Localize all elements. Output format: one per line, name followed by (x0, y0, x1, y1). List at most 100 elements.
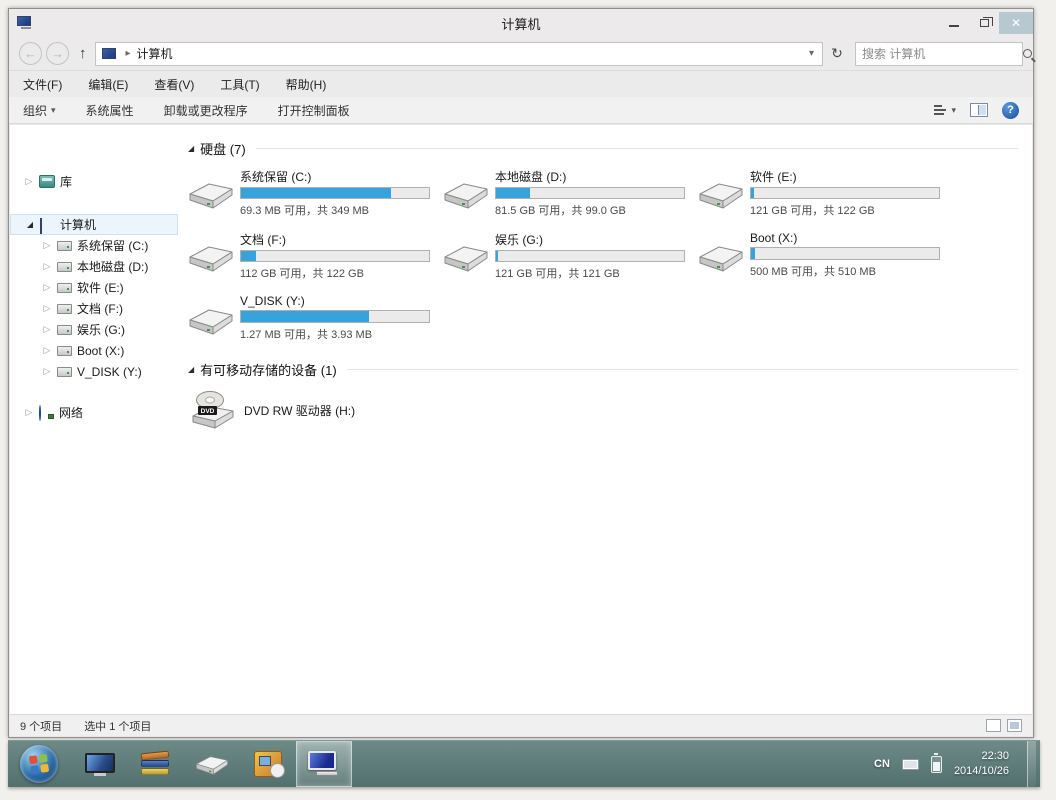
drive-usage-bar (750, 187, 940, 199)
drive-usage-bar (495, 250, 685, 262)
address-computer-icon (102, 48, 116, 59)
group-divider (256, 148, 1018, 149)
drive-icon (57, 241, 72, 251)
address-bar[interactable]: ▸ 计算机 ▾ (95, 42, 824, 66)
back-button[interactable]: ← (19, 42, 42, 65)
dvd-drive-icon (190, 389, 236, 431)
taskbar-app-disk-tool[interactable] (184, 741, 240, 787)
expander-icon[interactable]: ▷ (42, 366, 52, 377)
drive-item-y[interactable]: V_DISK (Y:) 1.27 MB 可用，共 3.93 MB (188, 294, 443, 344)
windows-flag-icon (29, 754, 49, 774)
forward-button[interactable]: → (46, 42, 69, 65)
expander-icon[interactable]: ▷ (42, 282, 52, 293)
organize-button[interactable]: 组织 ▾ (23, 102, 56, 119)
drive-usage-fill (241, 251, 256, 261)
drive-item-x[interactable]: Boot (X:) 500 MB 可用，共 510 MB (698, 231, 953, 281)
drive-icon (57, 304, 72, 314)
group-header-removable[interactable]: ◢ 有可移动存储的设备 (1) (188, 360, 1018, 379)
preview-pane-button[interactable] (970, 103, 988, 117)
expander-icon[interactable]: ▷ (24, 407, 34, 418)
system-properties-label: 系统属性 (86, 102, 134, 119)
taskbar-app-photos[interactable] (240, 741, 296, 787)
sidebar-item-libraries[interactable]: ▷ 库 (10, 171, 180, 192)
breadcrumb-location[interactable]: 计算机 (137, 45, 173, 62)
drive-name: Boot (X:) (750, 231, 940, 245)
language-indicator[interactable]: CN (874, 758, 890, 770)
expander-icon[interactable]: ◢ (25, 220, 35, 229)
menu-edit[interactable]: 编辑(E) (88, 76, 128, 93)
up-button[interactable]: ↑ (79, 45, 87, 62)
hard-drive-icon (443, 241, 489, 273)
refresh-button[interactable]: ↻ (825, 42, 849, 66)
show-desktop-button[interactable] (1027, 741, 1036, 787)
dvd-drive-name: DVD RW 驱动器 (H:) (244, 402, 355, 419)
expander-icon[interactable]: ▷ (24, 176, 34, 187)
drive-item-d[interactable]: 本地磁盘 (D:) 81.5 GB 可用，共 99.0 GB (443, 168, 698, 218)
expander-icon[interactable]: ▷ (42, 324, 52, 335)
dvd-drive-item[interactable]: DVD RW 驱动器 (H:) (190, 389, 1018, 431)
drive-usage-bar (750, 247, 940, 260)
expander-icon[interactable]: ▷ (42, 240, 52, 251)
drive-usage-bar (495, 187, 685, 199)
drive-capacity: 69.3 MB 可用，共 349 MB (240, 202, 430, 218)
taskbar-app-display[interactable] (72, 741, 128, 787)
touch-keyboard-icon[interactable] (902, 759, 919, 770)
drive-name: V_DISK (Y:) (240, 294, 430, 308)
uninstall-program-button[interactable]: 卸载或更改程序 (164, 102, 248, 119)
sidebar-item-drive-g[interactable]: ▷ 娱乐 (G:) (10, 319, 180, 340)
drive-label: 系统保留 (C:) (77, 237, 148, 254)
expander-icon[interactable]: ▷ (42, 261, 52, 272)
taskbar-app-archiver[interactable] (128, 741, 184, 787)
drive-item-e[interactable]: 软件 (E:) 121 GB 可用，共 122 GB (698, 168, 953, 218)
open-control-panel-button[interactable]: 打开控制面板 (278, 102, 350, 119)
drive-item-f[interactable]: 文档 (F:) 112 GB 可用，共 122 GB (188, 231, 443, 281)
battery-icon[interactable] (931, 756, 942, 773)
restore-button[interactable] (969, 12, 999, 34)
menu-view[interactable]: 查看(V) (154, 76, 194, 93)
minimize-button[interactable] (939, 12, 969, 34)
sidebar-item-computer[interactable]: ◢ 计算机 (10, 214, 178, 235)
taskbar-app-explorer-active[interactable] (296, 741, 352, 787)
group-collapse-icon[interactable]: ◢ (188, 144, 194, 153)
sidebar-item-network[interactable]: ▷ 网络 (10, 402, 180, 423)
expander-icon[interactable]: ▷ (42, 345, 52, 356)
menu-file[interactable]: 文件(F) (23, 76, 62, 93)
thumbnail-view-toggle-icon[interactable] (1007, 719, 1022, 732)
menu-help[interactable]: 帮助(H) (286, 76, 327, 93)
drive-label: 娱乐 (G:) (77, 321, 125, 338)
search-icon[interactable] (1023, 49, 1032, 58)
organize-dropdown-icon: ▾ (51, 105, 56, 116)
sidebar-item-drive-y[interactable]: ▷ V_DISK (Y:) (10, 361, 180, 382)
system-properties-button[interactable]: 系统属性 (86, 102, 134, 119)
sidebar-item-drive-d[interactable]: ▷ 本地磁盘 (D:) (10, 256, 180, 277)
drive-item-c[interactable]: 系统保留 (C:) 69.3 MB 可用，共 349 MB (188, 168, 443, 218)
navigation-bar: ← → ↑ ▸ 计算机 ▾ ↻ (9, 37, 1033, 71)
clock[interactable]: 22:30 2014/10/26 (954, 749, 1009, 779)
help-button[interactable]: ? (1002, 102, 1019, 119)
start-button[interactable] (20, 745, 58, 783)
search-box[interactable] (855, 42, 1023, 66)
group-collapse-icon[interactable]: ◢ (188, 365, 194, 374)
drive-usage-fill (751, 188, 754, 198)
drive-name: 系统保留 (C:) (240, 168, 430, 185)
menu-tools[interactable]: 工具(T) (220, 76, 259, 93)
sidebar-item-drive-f[interactable]: ▷ 文档 (F:) (10, 298, 180, 319)
expander-icon[interactable]: ▷ (42, 303, 52, 314)
drive-icon (57, 283, 72, 293)
sidebar-item-drive-e[interactable]: ▷ 软件 (E:) (10, 277, 180, 298)
libraries-label: 库 (60, 173, 72, 190)
group-header-hdd[interactable]: ◢ 硬盘 (7) (188, 139, 1018, 158)
address-dropdown-icon[interactable]: ▾ (805, 48, 818, 59)
search-input[interactable] (856, 47, 1023, 61)
sidebar-item-drive-x[interactable]: ▷ Boot (X:) (10, 340, 180, 361)
details-view-toggle-icon[interactable] (986, 719, 1001, 732)
group-removable-label: 有可移动存储的设备 (1) (200, 360, 337, 379)
drive-usage-fill (496, 251, 498, 261)
change-view-button[interactable]: ▾ (934, 104, 956, 116)
drive-usage-fill (496, 188, 530, 198)
sidebar-item-drive-c[interactable]: ▷ 系统保留 (C:) (10, 235, 180, 256)
drive-item-g[interactable]: 娱乐 (G:) 121 GB 可用，共 121 GB (443, 231, 698, 281)
title-bar[interactable]: 计算机 ✕ (9, 9, 1033, 37)
close-button[interactable]: ✕ (999, 12, 1033, 34)
drive-capacity: 121 GB 可用，共 121 GB (495, 265, 685, 281)
